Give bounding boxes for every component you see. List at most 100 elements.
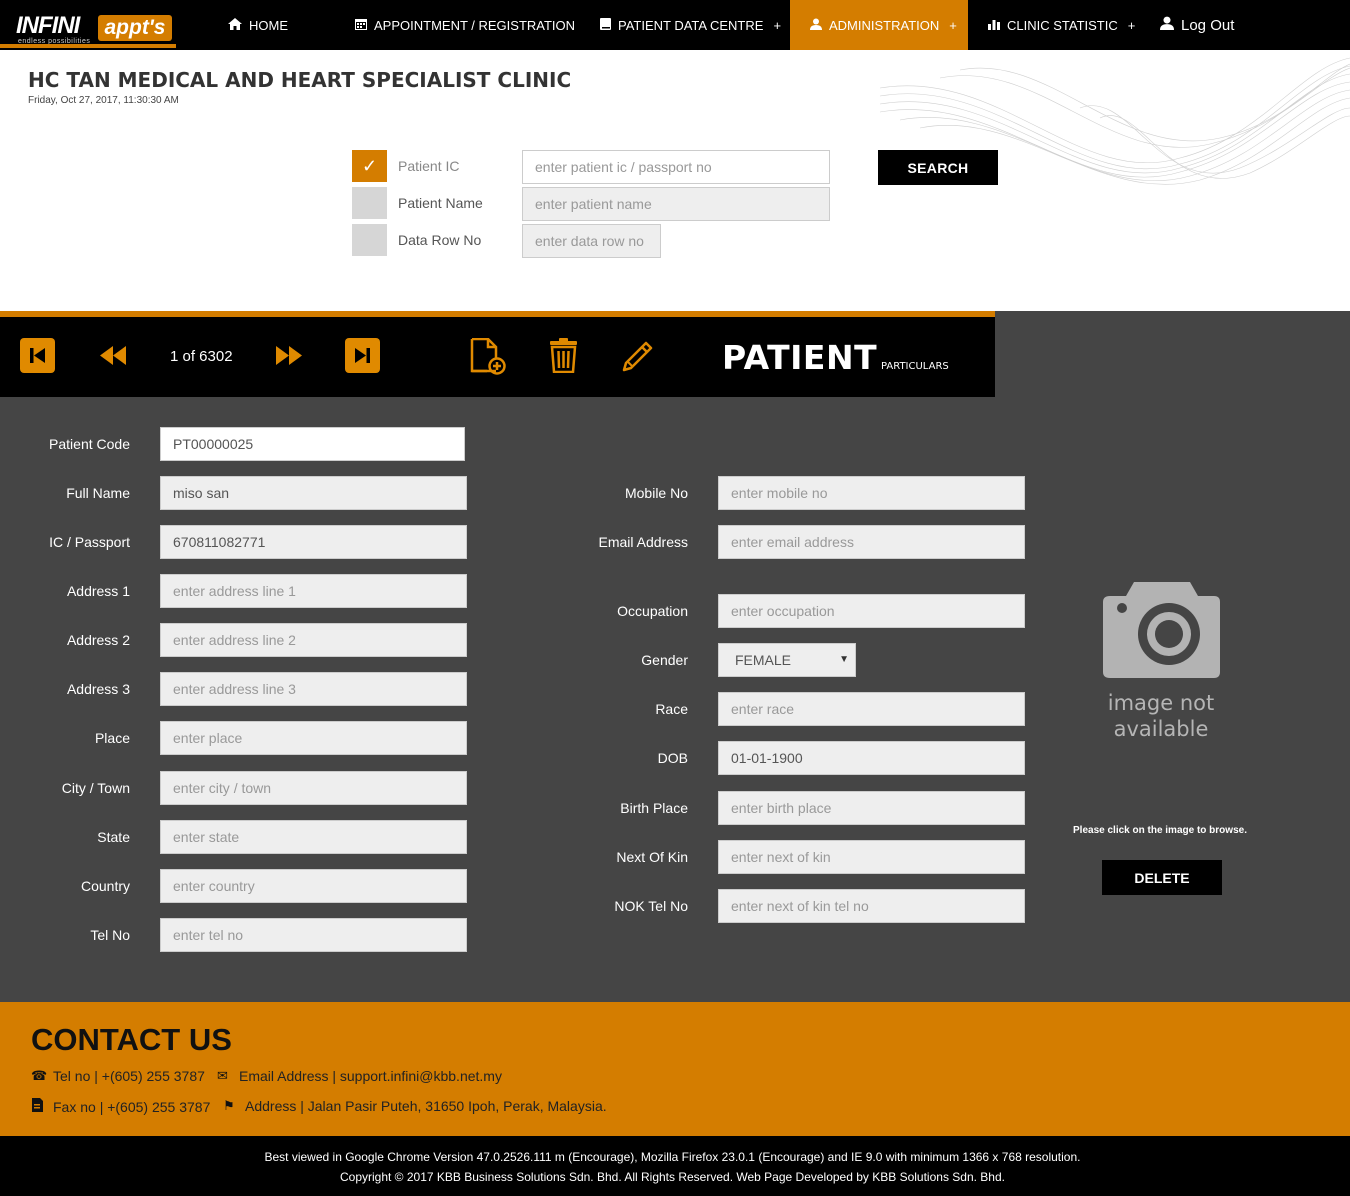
nav-administration[interactable]: ADMINISTRATION + [790, 0, 968, 50]
address-2-field[interactable]: enter address line 2 [160, 623, 467, 657]
email-address-field[interactable]: enter email address [718, 525, 1025, 559]
data-row-no-checkbox[interactable] [352, 224, 387, 256]
bar-chart-icon [988, 18, 1000, 33]
dropdown-arrow-icon: ▼ [839, 654, 849, 665]
birth-place-field[interactable]: enter birth place [718, 791, 1025, 825]
address-1-field[interactable]: enter address line 1 [160, 574, 467, 608]
city-town-field[interactable]: enter city / town [160, 771, 467, 805]
copyright: Copyright © 2017 KBB Business Solutions … [339, 1170, 1005, 1184]
clinic-name: HC TAN MEDICAL AND HEART SPECIALIST CLIN… [28, 68, 572, 92]
patient-section-subtitle: PARTICULARS [881, 361, 949, 372]
contact-email: ✉ Email Address | support.infini@kbb.net… [217, 1068, 502, 1084]
record-counter: 1 of 6302 [170, 348, 233, 365]
home-icon [228, 17, 242, 33]
fax-icon [31, 1098, 47, 1115]
next-record-icon[interactable] [272, 338, 307, 373]
page-footer [0, 1136, 1350, 1196]
nav-appointment[interactable]: APPOINTMENT / REGISTRATION [355, 0, 575, 50]
user-icon [810, 18, 822, 33]
last-record-icon[interactable] [345, 338, 380, 373]
nav-clinic-statistic[interactable]: CLINIC STATISTIC + [988, 0, 1135, 50]
envelope-icon: ✉ [217, 1068, 228, 1083]
expand-plus-icon: + [773, 17, 782, 33]
full-name-field[interactable]: miso san [160, 476, 467, 510]
book-icon [600, 17, 611, 33]
birth-place-label: Birth Place [620, 800, 688, 816]
state-label: State [97, 829, 130, 845]
city-town-label: City / Town [61, 780, 130, 796]
nav-logout[interactable]: Log Out [1160, 0, 1234, 50]
patient-ic-search-input[interactable]: enter patient ic / passport no [522, 150, 830, 184]
dob-field[interactable]: 01-01-1900 [718, 741, 1025, 775]
contact-fax: Fax no | +(605) 255 3787 [31, 1098, 210, 1115]
patient-code-field[interactable]: PT00000025 [160, 427, 465, 461]
calendar-icon [355, 18, 367, 33]
patient-ic-checkbox[interactable]: ✓ [352, 150, 387, 182]
patient-code-label: Patient Code [49, 436, 130, 452]
nok-tel-no-field[interactable]: enter next of kin tel no [718, 889, 1025, 923]
camera-icon[interactable] [1100, 578, 1225, 678]
gender-selected-value: FEMALE [735, 652, 792, 668]
nav-patient-data-label: PATIENT DATA CENTRE [618, 17, 764, 33]
nav-logout-label: Log Out [1181, 16, 1235, 34]
mobile-no-field[interactable]: enter mobile no [718, 476, 1025, 510]
data-row-no-search-input[interactable]: enter data row no [522, 224, 661, 258]
data-row-no-label: Data Row No [398, 232, 482, 248]
address-1-label: Address 1 [66, 583, 130, 599]
search-button[interactable]: SEARCH [878, 150, 998, 185]
nav-home[interactable]: HOME [228, 0, 288, 50]
phone-icon: ☎ [31, 1068, 48, 1083]
country-label: Country [80, 878, 130, 894]
dob-label: DOB [657, 750, 688, 766]
user-icon [1160, 16, 1174, 34]
browser-note: Best viewed in Google Chrome Version 47.… [264, 1150, 1081, 1164]
logo-badge: appt's [98, 15, 172, 41]
logo-main-text: INFINI [16, 12, 80, 39]
contact-address: ⚑ Address | Jalan Pasir Puteh, 31650 Ipo… [223, 1098, 607, 1114]
patient-name-checkbox[interactable] [352, 187, 387, 219]
mobile-no-label: Mobile No [624, 485, 688, 501]
delete-image-button[interactable]: DELETE [1102, 860, 1222, 895]
new-record-icon[interactable] [469, 338, 507, 376]
caption-line-1: image not [1107, 691, 1215, 715]
tel-no-field[interactable]: enter tel no [160, 918, 467, 952]
edit-record-icon[interactable] [620, 338, 655, 373]
race-label: Race [655, 701, 688, 717]
nav-patient-data-centre[interactable]: PATIENT DATA CENTRE + [600, 0, 781, 50]
occupation-field[interactable]: enter occupation [718, 594, 1025, 628]
delete-record-icon[interactable] [546, 338, 581, 373]
first-record-icon[interactable] [20, 338, 55, 373]
patient-name-search-input[interactable]: enter patient name [522, 187, 830, 221]
state-field[interactable]: enter state [160, 820, 467, 854]
ic-passport-field[interactable]: 670811082771 [160, 525, 467, 559]
previous-record-icon[interactable] [96, 338, 131, 373]
nav-appointment-label: APPOINTMENT / REGISTRATION [374, 17, 576, 33]
expand-plus-icon: + [949, 17, 957, 33]
expand-plus-icon: + [1127, 17, 1136, 33]
place-field[interactable]: enter place [160, 721, 467, 755]
check-mark-icon: ✓ [361, 155, 378, 176]
race-field[interactable]: enter race [718, 692, 1025, 726]
infini-appts-logo[interactable]: INFINI appt's endless possibilities [12, 6, 174, 46]
address-3-label: Address 3 [66, 681, 130, 697]
nok-tel-no-label: NOK Tel No [614, 898, 688, 914]
image-not-available-caption: image not available [1096, 690, 1226, 742]
tel-no-label: Tel No [90, 927, 130, 943]
patient-section-title: PATIENT [722, 338, 878, 377]
email-address-label: Email Address [598, 534, 688, 550]
current-datetime: Friday, Oct 27, 2017, 11:30:30 AM [28, 95, 179, 106]
contact-fax-text: Fax no | +(605) 255 3787 [53, 1098, 211, 1115]
flag-icon: ⚑ [223, 1098, 235, 1113]
gender-select[interactable]: FEMALE ▼ [718, 643, 856, 677]
top-navigation: INFINI appt's endless possibilities HOME… [0, 0, 1350, 50]
contact-tel-text: Tel no | +(605) 255 3787 [53, 1068, 205, 1084]
gender-label: Gender [641, 652, 688, 668]
contact-email-text[interactable]: Email Address | support.infini@kbb.net.m… [239, 1068, 502, 1084]
address-3-field[interactable]: enter address line 3 [160, 672, 467, 706]
patient-name-label: Patient Name [398, 195, 483, 211]
contact-title: CONTACT US [31, 1022, 232, 1057]
contact-address-text: Address | Jalan Pasir Puteh, 31650 Ipoh,… [245, 1098, 607, 1114]
country-field[interactable]: enter country [160, 869, 467, 903]
occupation-label: Occupation [617, 603, 688, 619]
next-of-kin-field[interactable]: enter next of kin [718, 840, 1025, 874]
